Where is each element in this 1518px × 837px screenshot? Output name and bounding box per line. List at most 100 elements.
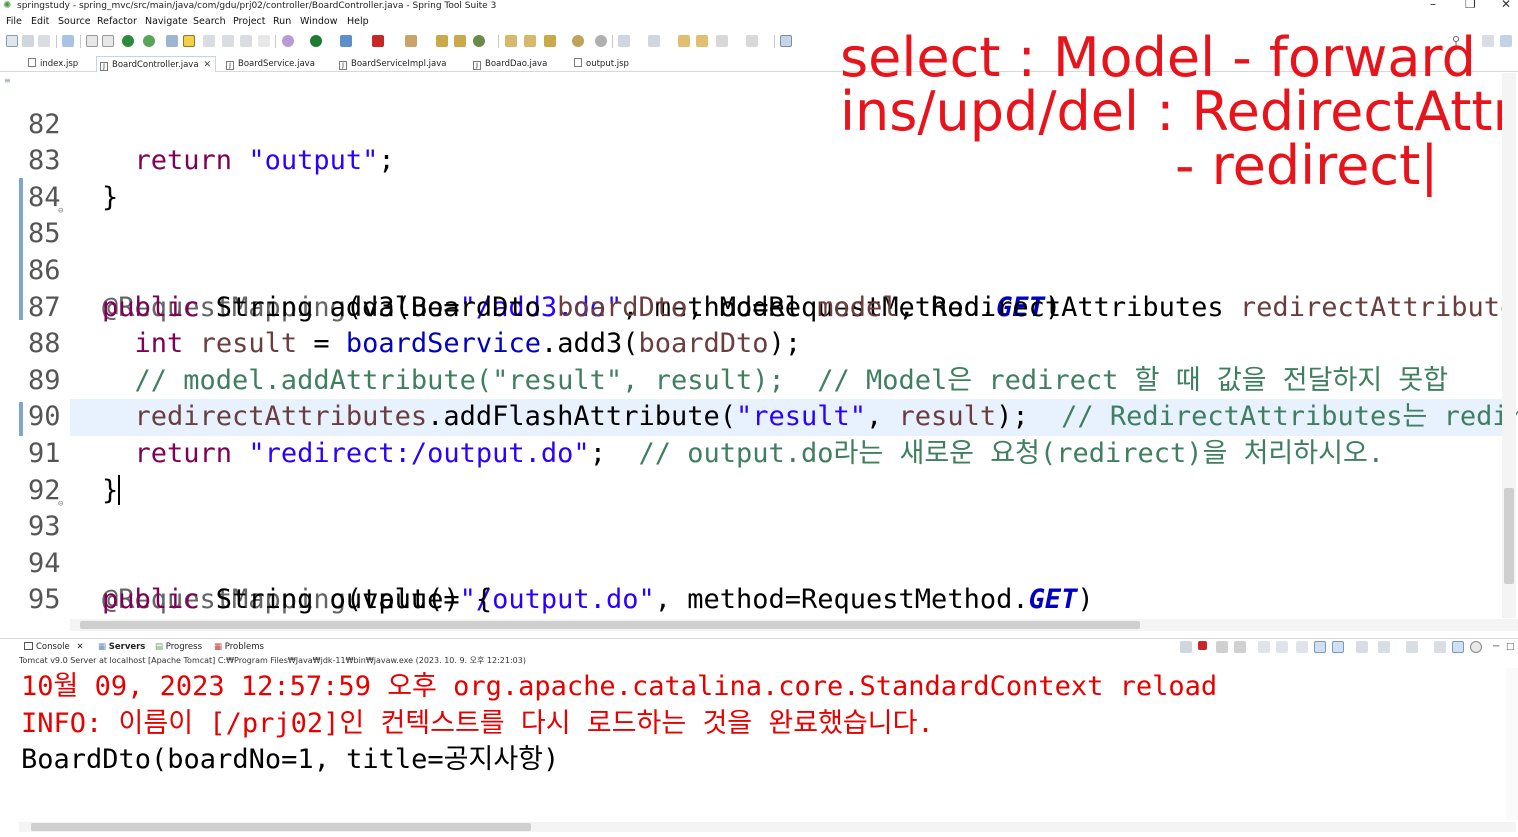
search-task-icon[interactable] (544, 35, 556, 47)
problems-icon: ▦ (214, 642, 223, 652)
code-line: 94 public String output() { (0, 509, 1518, 616)
new-console-icon[interactable] (1406, 641, 1418, 653)
save-icon[interactable] (22, 35, 34, 47)
new-java-project-icon[interactable] (436, 35, 448, 47)
view-menu-icon[interactable] (1434, 641, 1446, 653)
minimize-button[interactable]: – (1430, 0, 1436, 10)
start-server-icon[interactable] (122, 35, 134, 47)
perspective-java-ee-icon[interactable] (1482, 35, 1494, 47)
tab-servers[interactable]: ▦ Servers (98, 639, 145, 655)
tab-output-jsp[interactable]: output.jsp (571, 56, 629, 72)
forward-icon[interactable] (746, 35, 758, 47)
coverage-icon[interactable] (405, 35, 417, 47)
menu-edit[interactable]: Edit (31, 14, 49, 30)
console-description: Tomcat v9.0 Server at localhost [Apache … (19, 656, 526, 665)
code-line: 92 (0, 436, 1518, 506)
minimize-panel-icon[interactable]: − (1492, 639, 1500, 655)
pin-console-icon[interactable] (1332, 641, 1344, 653)
terminate-console-icon[interactable] (1198, 641, 1207, 650)
close-icon[interactable]: ✕ (204, 60, 212, 70)
run-icon[interactable] (310, 35, 322, 47)
console-output[interactable]: 10월 09, 2023 12:57:59 오후 org.apache.cata… (0, 668, 1518, 823)
paragraph-icon[interactable] (258, 35, 270, 47)
menu-window[interactable]: Window (300, 14, 337, 30)
clear-console-icon[interactable] (1180, 641, 1192, 653)
code-line: 96 } (0, 582, 1518, 618)
skip-breakpoints-icon[interactable] (86, 35, 98, 47)
tab-board-service[interactable]: J BoardService.java (223, 56, 315, 72)
word-wrap-icon[interactable] (1276, 641, 1288, 653)
terminate-icon[interactable] (372, 35, 384, 47)
tab-index-jsp[interactable]: index.jsp (25, 56, 78, 72)
task-icon[interactable] (203, 35, 215, 47)
save-all-icon[interactable] (38, 35, 50, 47)
stop-icon[interactable] (102, 35, 114, 47)
code-line: 88 // model.addAttribute("result", resul… (0, 290, 1518, 396)
show-on-error-icon[interactable] (1314, 641, 1326, 653)
external-tools-icon[interactable] (340, 35, 352, 47)
scroll-thumb[interactable] (1504, 488, 1514, 584)
menu-file[interactable]: File (6, 14, 22, 30)
last-edit-icon[interactable] (678, 35, 690, 47)
jsp-file-icon (28, 58, 36, 67)
menu-search[interactable]: Search (193, 14, 226, 30)
gear-icon[interactable] (1470, 641, 1482, 653)
tab-board-service-impl[interactable]: J BoardServiceImpl.java (336, 56, 446, 72)
new-icon[interactable] (6, 35, 18, 47)
console-vertical-scrollbar[interactable] (1506, 668, 1518, 820)
bottom-panel-tabs: Console ✕ ▦ Servers ▤ Progress ▦ Problem… (0, 638, 1518, 654)
remove-launch-icon[interactable] (1216, 641, 1228, 653)
show-on-output-icon[interactable] (1296, 641, 1308, 653)
block-select-icon[interactable] (240, 35, 252, 47)
scroll-lock-icon[interactable] (1258, 641, 1270, 653)
open-task-icon[interactable] (524, 35, 536, 47)
pin-icon[interactable] (166, 35, 178, 47)
tab-console[interactable]: Console ✕ (24, 639, 84, 655)
tab-label: Problems (224, 642, 264, 652)
editor-vertical-scrollbar[interactable] (1502, 73, 1516, 618)
terminal-icon[interactable] (62, 35, 74, 47)
console-horizontal-scrollbar[interactable] (19, 822, 1516, 832)
menu-help[interactable]: Help (347, 14, 369, 30)
menu-source[interactable]: Source (58, 14, 91, 30)
back-icon[interactable] (716, 35, 728, 47)
remove-all-launches-icon[interactable] (1234, 641, 1246, 653)
mark-occurrences-icon[interactable] (595, 35, 607, 47)
new-package-icon[interactable] (454, 35, 466, 47)
editor-horizontal-scrollbar[interactable] (70, 619, 1518, 631)
code-line: 95 return "output"; (0, 546, 1518, 615)
tab-board-dao[interactable]: J BoardDao.java (470, 56, 547, 72)
open-console-icon[interactable] (1378, 641, 1390, 653)
close-icon[interactable]: ✕ (76, 642, 83, 652)
window-title: springstudy - spring_mvc/src/main/java/c… (17, 1, 497, 11)
menu-run[interactable]: Run (273, 14, 291, 30)
show-whitespace-icon[interactable] (222, 35, 234, 47)
menu-project[interactable]: Project (233, 14, 266, 30)
toolbar-separator (498, 35, 499, 48)
previous-annotation-icon[interactable] (648, 35, 660, 47)
code-line: 86 public String add3(BoardDto boardDto,… (0, 216, 1518, 323)
tab-board-controller[interactable]: J BoardController.java ✕ (96, 56, 217, 72)
debug-console-icon[interactable] (1452, 641, 1464, 653)
scroll-thumb[interactable] (80, 621, 1140, 629)
globe-icon[interactable] (572, 35, 584, 47)
maximize-button[interactable]: ❐ (1465, 0, 1476, 10)
menu-navigate[interactable]: Navigate (145, 14, 188, 30)
close-button[interactable]: ✕ (1501, 0, 1511, 10)
debug-icon[interactable] (282, 35, 294, 47)
perspective-spring-icon[interactable] (1500, 35, 1512, 47)
scroll-thumb[interactable] (31, 823, 531, 831)
next-annotation-icon[interactable] (618, 35, 630, 47)
restart-icon[interactable] (143, 35, 155, 47)
tab-problems[interactable]: ▦ Problems (214, 639, 264, 655)
open-type-icon[interactable] (505, 35, 517, 47)
display-console-icon[interactable] (1356, 641, 1368, 653)
open-perspective-icon[interactable] (780, 35, 792, 47)
menu-refactor[interactable]: Refactor (97, 14, 137, 30)
tab-progress[interactable]: ▤ Progress (155, 639, 202, 655)
tab-label: BoardServiceImpl.java (351, 59, 447, 69)
new-class-icon[interactable] (473, 35, 485, 47)
highlight-icon[interactable] (183, 35, 195, 47)
maximize-panel-icon[interactable]: □ (1506, 639, 1515, 655)
forward-edit-icon[interactable] (696, 35, 708, 47)
